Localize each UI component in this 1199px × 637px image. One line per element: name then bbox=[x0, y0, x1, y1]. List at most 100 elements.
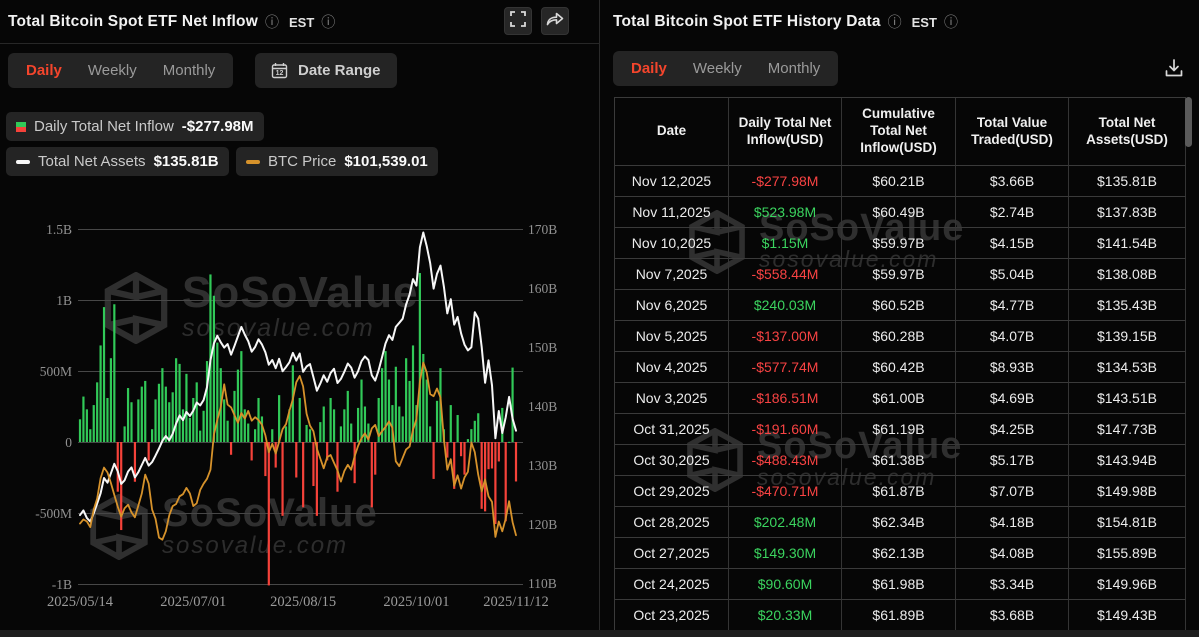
cumulative-inflow-cell: $61.19B bbox=[842, 414, 956, 445]
date-cell: Nov 7,2025 bbox=[615, 259, 729, 290]
date-cell: Oct 29,2025 bbox=[615, 476, 729, 507]
column-header: Total Net Assets(USD) bbox=[1069, 98, 1186, 166]
cumulative-inflow-cell: $62.13B bbox=[842, 538, 956, 569]
table-row[interactable]: Oct 27,2025 $149.30M $62.13B $4.08B $155.89B bbox=[615, 538, 1186, 569]
y-axis-left-label: -1B bbox=[52, 577, 72, 592]
value-traded-cell: $4.25B bbox=[956, 414, 1069, 445]
x-axis-label: 2025/08/15 bbox=[270, 594, 336, 610]
daily-inflow-cell: -$191.60M bbox=[729, 414, 842, 445]
table-header-row: Date Daily Total Net Inflow(USD) Cumulativ… bbox=[615, 98, 1186, 166]
table-row[interactable]: Nov 5,2025 -$137.00M $60.28B $4.07B $139.15B bbox=[615, 321, 1186, 352]
download-icon bbox=[1164, 58, 1184, 83]
date-cell: Oct 23,2025 bbox=[615, 600, 729, 631]
cumulative-inflow-cell: $59.97B bbox=[842, 259, 956, 290]
column-header: Daily Total Net Inflow(USD) bbox=[729, 98, 842, 166]
net-inflow-chart[interactable]: 1.5B 1B 500M 0 -500M -1B 170B 160B 150B 140B 130B 1… bbox=[0, 0, 600, 637]
info-icon[interactable]: ⓘ bbox=[888, 15, 902, 29]
net-inflow-panel: Total Bitcoin Spot ETF Net Inflow ⓘ EST … bbox=[0, 0, 600, 637]
table-row[interactable]: Oct 31,2025 -$191.60M $61.19B $4.25B $147.73… bbox=[615, 414, 1186, 445]
net-assets-cell: $149.96B bbox=[1069, 569, 1186, 600]
table-row[interactable]: Oct 28,2025 $202.48M $62.34B $4.18B $154.81B bbox=[615, 507, 1186, 538]
history-data-panel: Total Bitcoin Spot ETF History Data ⓘ ES… bbox=[601, 0, 1199, 637]
cumulative-inflow-cell: $60.21B bbox=[842, 166, 956, 197]
download-button[interactable] bbox=[1161, 57, 1187, 83]
table-row[interactable]: Nov 7,2025 -$558.44M $59.97B $5.04B $138.08B bbox=[615, 259, 1186, 290]
y-axis-left-label: 0 bbox=[65, 435, 72, 450]
daily-inflow-cell: -$137.00M bbox=[729, 321, 842, 352]
y-axis-right-label: 110B bbox=[528, 576, 557, 591]
table-vertical-scrollbar[interactable] bbox=[1185, 97, 1192, 147]
tab-monthly[interactable]: Monthly bbox=[768, 60, 821, 77]
net-assets-cell: $154.81B bbox=[1069, 507, 1186, 538]
value-traded-cell: $4.18B bbox=[956, 507, 1069, 538]
value-traded-cell: $3.68B bbox=[956, 600, 1069, 631]
tab-weekly[interactable]: Weekly bbox=[693, 60, 742, 77]
table-row[interactable]: Nov 4,2025 -$577.74M $60.42B $8.93B $134.53B bbox=[615, 352, 1186, 383]
net-assets-cell: $135.43B bbox=[1069, 290, 1186, 321]
table-row[interactable]: Nov 6,2025 $240.03M $60.52B $4.77B $135.43B bbox=[615, 290, 1186, 321]
y-axis-right-label: 120B bbox=[528, 517, 557, 532]
cumulative-inflow-cell: $62.34B bbox=[842, 507, 956, 538]
daily-inflow-cell: $90.60M bbox=[729, 569, 842, 600]
net-assets-cell: $147.73B bbox=[1069, 414, 1186, 445]
value-traded-cell: $5.17B bbox=[956, 445, 1069, 476]
date-cell: Oct 24,2025 bbox=[615, 569, 729, 600]
horizontal-scrollbar[interactable] bbox=[0, 630, 1199, 637]
y-axis-right-label: 150B bbox=[528, 340, 557, 355]
table-row[interactable]: Oct 29,2025 -$470.71M $61.87B $7.07B $149.98… bbox=[615, 476, 1186, 507]
y-axis-right-label: 170B bbox=[528, 222, 557, 237]
value-traded-cell: $8.93B bbox=[956, 352, 1069, 383]
daily-inflow-cell: $20.33M bbox=[729, 600, 842, 631]
timezone-label: EST bbox=[911, 14, 937, 30]
date-cell: Nov 10,2025 bbox=[615, 228, 729, 259]
table-row[interactable]: Oct 23,2025 $20.33M $61.89B $3.68B $149.43B bbox=[615, 600, 1186, 631]
value-traded-cell: $2.74B bbox=[956, 197, 1069, 228]
column-header: Total Value Traded(USD) bbox=[956, 98, 1069, 166]
value-traded-cell: $4.77B bbox=[956, 290, 1069, 321]
cumulative-inflow-cell: $61.00B bbox=[842, 383, 956, 414]
date-cell: Nov 11,2025 bbox=[615, 197, 729, 228]
x-axis-label: 2025/07/01 bbox=[160, 594, 226, 610]
table-row[interactable]: Nov 11,2025 $523.98M $60.49B $2.74B $137.83B bbox=[615, 197, 1186, 228]
date-cell: Oct 28,2025 bbox=[615, 507, 729, 538]
cumulative-inflow-cell: $60.52B bbox=[842, 290, 956, 321]
net-assets-cell: $149.98B bbox=[1069, 476, 1186, 507]
daily-inflow-cell: $149.30M bbox=[729, 538, 842, 569]
net-assets-cell: $139.15B bbox=[1069, 321, 1186, 352]
column-header: Date bbox=[615, 98, 729, 166]
date-cell: Nov 3,2025 bbox=[615, 383, 729, 414]
daily-inflow-cell: -$577.74M bbox=[729, 352, 842, 383]
table-row[interactable]: Oct 30,2025 -$488.43M $61.38B $5.17B $143.94… bbox=[615, 445, 1186, 476]
daily-inflow-cell: $523.98M bbox=[729, 197, 842, 228]
net-assets-cell: $137.83B bbox=[1069, 197, 1186, 228]
net-assets-cell: $143.51B bbox=[1069, 383, 1186, 414]
date-cell: Oct 31,2025 bbox=[615, 414, 729, 445]
table-title: Total Bitcoin Spot ETF History Data bbox=[613, 13, 881, 30]
table-row[interactable]: Nov 3,2025 -$186.51M $61.00B $4.69B $143.51B bbox=[615, 383, 1186, 414]
value-traded-cell: $4.08B bbox=[956, 538, 1069, 569]
table-row[interactable]: Oct 24,2025 $90.60M $61.98B $3.34B $149.96B bbox=[615, 569, 1186, 600]
x-axis-label: 2025/11/12 bbox=[483, 594, 549, 610]
x-axis-label: 2025/05/14 bbox=[47, 594, 114, 610]
info-icon[interactable]: ⓘ bbox=[944, 15, 958, 29]
net-assets-cell: $141.54B bbox=[1069, 228, 1186, 259]
value-traded-cell: $7.07B bbox=[956, 476, 1069, 507]
daily-inflow-cell: -$558.44M bbox=[729, 259, 842, 290]
daily-inflow-cell: $1.15M bbox=[729, 228, 842, 259]
date-cell: Oct 30,2025 bbox=[615, 445, 729, 476]
net-assets-cell: $149.43B bbox=[1069, 600, 1186, 631]
x-axis-label: 2025/10/01 bbox=[383, 594, 449, 610]
cumulative-inflow-cell: $60.49B bbox=[842, 197, 956, 228]
table-row[interactable]: Nov 12,2025 -$277.98M $60.21B $3.66B $135.81… bbox=[615, 166, 1186, 197]
date-cell: Nov 4,2025 bbox=[615, 352, 729, 383]
table-body: Nov 12,2025 -$277.98M $60.21B $3.66B $135.81… bbox=[615, 166, 1186, 631]
table-period-tabs: Daily Weekly Monthly bbox=[613, 51, 839, 86]
y-axis-left-label: 1.5B bbox=[46, 222, 72, 237]
table-row[interactable]: Nov 10,2025 $1.15M $59.97B $4.15B $141.54B bbox=[615, 228, 1186, 259]
y-axis-left-label: -500M bbox=[35, 506, 72, 521]
tab-daily[interactable]: Daily bbox=[631, 60, 667, 77]
cumulative-inflow-cell: $60.42B bbox=[842, 352, 956, 383]
date-cell: Nov 5,2025 bbox=[615, 321, 729, 352]
cumulative-inflow-cell: $61.87B bbox=[842, 476, 956, 507]
value-traded-cell: $4.69B bbox=[956, 383, 1069, 414]
